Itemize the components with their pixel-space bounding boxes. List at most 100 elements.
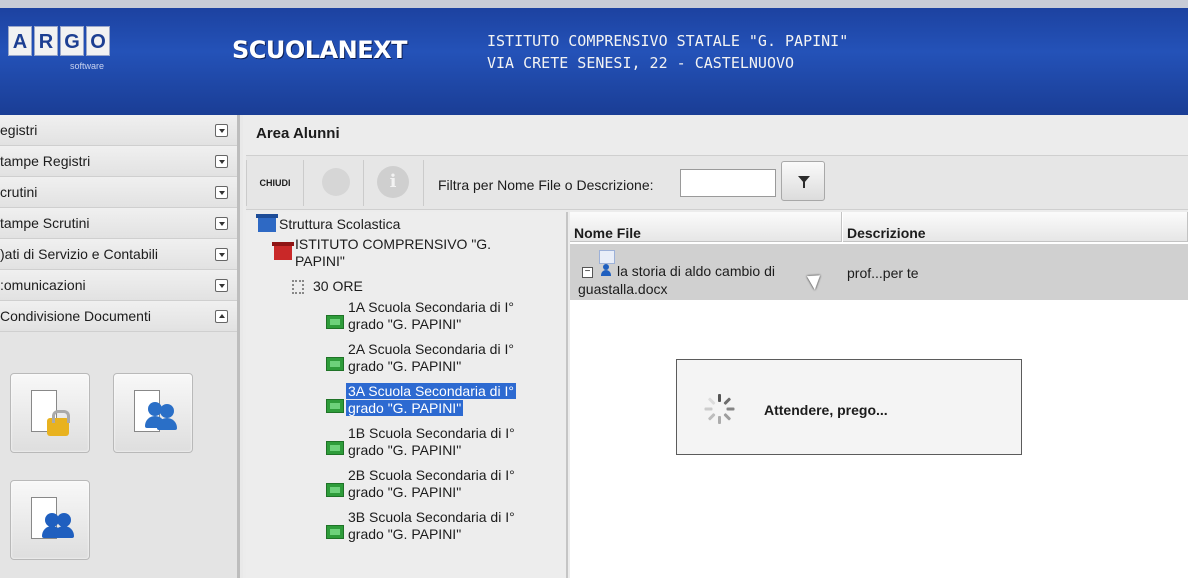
sidebar-item-label: :omunicazioni xyxy=(0,277,86,293)
class-label-line1: 2A Scuola Secondaria di I° xyxy=(348,341,514,357)
group-documents-button[interactable] xyxy=(10,480,90,560)
argo-logo: A R G O xyxy=(8,26,110,56)
loading-dialog: Attendere, prego... xyxy=(676,359,1022,455)
sidebar-item-label: tampe Scrutini xyxy=(0,215,90,231)
sidebar-item-dati-servizio[interactable]: )ati di Servizio e Contabili xyxy=(0,239,237,270)
logo-letter-g: G xyxy=(60,26,84,56)
class-icon xyxy=(326,525,344,539)
info-icon: i xyxy=(377,166,409,198)
sidebar-menu: egistri tampe Registri crutini tampe Scr… xyxy=(0,115,240,578)
expand-icon[interactable] xyxy=(215,123,228,137)
file-name-line1: la storia di aldo cambio di xyxy=(617,263,775,279)
institute-icon xyxy=(272,242,294,260)
class-icon xyxy=(326,357,344,371)
private-documents-button[interactable] xyxy=(10,373,90,453)
sidebar-item-label: )ati di Servizio e Contabili xyxy=(0,246,158,262)
sidebar-item-stampe-registri[interactable]: tampe Registri xyxy=(0,146,237,177)
close-button[interactable]: CHIUDI xyxy=(246,160,304,206)
class-label-line1: 2B Scuola Secondaria di I° xyxy=(348,467,515,483)
logo-letter-a: A xyxy=(8,26,32,56)
sidebar-item-label: egistri xyxy=(0,122,38,138)
class-label-line2: grado "G. PAPINI" xyxy=(348,484,462,500)
logo-letter-o: O xyxy=(86,26,110,56)
info-button[interactable]: i xyxy=(364,160,424,206)
logo-subtitle: software xyxy=(70,61,105,71)
tree-institute-line2: PAPINI" xyxy=(295,253,345,269)
class-label: 3B Scuola Secondaria di I° grado "G. PAPI… xyxy=(348,509,515,543)
sidebar-item-stampe-scrutini[interactable]: tampe Scrutini xyxy=(0,208,237,239)
header-top-strip xyxy=(0,0,1188,8)
document-icon xyxy=(599,250,615,264)
school-icon xyxy=(256,214,278,233)
tree-root-label: Struttura Scolastica xyxy=(279,216,401,232)
expand-icon[interactable] xyxy=(215,216,228,230)
table-row[interactable]: − la storia di aldo cambio di guastalla.… xyxy=(570,244,1188,300)
class-label: 2A Scuola Secondaria di I° grado "G. PAPI… xyxy=(348,341,514,375)
class-icon xyxy=(326,441,344,455)
class-label: 1B Scuola Secondaria di I° grado "G. PAPI… xyxy=(348,425,515,459)
class-label-line2: grado "G. PAPINI" xyxy=(348,316,462,332)
school-name: ISTITUTO COMPRENSIVO STATALE "G. PAPINI" xyxy=(487,32,849,50)
main-panel: Area Alunni CHIUDI i Filtra per Nome Fil… xyxy=(243,115,1188,578)
collapse-icon[interactable] xyxy=(215,309,228,323)
filter-label: Filtra per Nome File o Descrizione: xyxy=(438,177,654,193)
logo-letter-r: R xyxy=(34,26,58,56)
class-label: 3A Scuola Secondaria di I° grado "G. PAPI… xyxy=(346,383,516,417)
expand-icon[interactable] xyxy=(215,154,228,168)
tree-institute-line1: ISTITUTO COMPRENSIVO "G. xyxy=(295,236,492,252)
spinner-icon xyxy=(704,394,735,424)
group-icon xyxy=(42,509,75,539)
toolbar: CHIUDI i Filtra per Nome File o Descrizi… xyxy=(246,155,1188,210)
school-info: ISTITUTO COMPRENSIVO STATALE "G. PAPINI"… xyxy=(487,30,848,74)
collapse-icon[interactable]: − xyxy=(582,267,593,278)
class-label-line1: 1B Scuola Secondaria di I° xyxy=(348,425,515,441)
column-header-file-name[interactable]: Nome File xyxy=(570,212,842,242)
class-label-line2: grado "G. PAPINI" xyxy=(348,358,462,374)
expand-icon[interactable] xyxy=(215,185,228,199)
filter-input[interactable] xyxy=(680,169,776,197)
shared-documents-button[interactable] xyxy=(113,373,193,453)
class-label-line2: grado "G. PAPINI" xyxy=(346,400,464,416)
class-label: 2B Scuola Secondaria di I° grado "G. PAPI… xyxy=(348,467,515,501)
class-label: 1A Scuola Secondaria di I° grado "G. PAPI… xyxy=(348,299,514,333)
user-icon xyxy=(601,264,611,276)
disabled-icon xyxy=(322,168,350,196)
class-icon xyxy=(326,483,344,497)
school-address: VIA CRETE SENESI, 22 - CASTELNUOVO xyxy=(487,54,795,72)
file-description: prof...per te xyxy=(847,265,919,281)
tree-root[interactable]: Struttura Scolastica xyxy=(256,214,401,233)
class-label-line1: 1A Scuola Secondaria di I° xyxy=(348,299,514,315)
expand-icon[interactable] xyxy=(215,278,228,292)
school-structure-tree: Struttura Scolastica ISTITUTO COMPRENSIV… xyxy=(246,212,568,578)
class-icon xyxy=(326,315,344,329)
class-icon xyxy=(326,399,344,413)
sidebar-item-condivisione-documenti[interactable]: Condivisione Documenti xyxy=(0,301,237,332)
schedule-icon xyxy=(292,280,304,295)
funnel-icon xyxy=(798,176,810,188)
sidebar-item-comunicazioni[interactable]: :omunicazioni xyxy=(0,270,237,301)
tree-institute[interactable]: ISTITUTO COMPRENSIVO "G. PAPINI" xyxy=(272,236,492,270)
tree-hours[interactable]: 30 ORE xyxy=(292,278,363,295)
filter-button[interactable] xyxy=(781,161,825,201)
tree-hours-label: 30 ORE xyxy=(313,278,363,294)
app-name: SCUOLANEXT xyxy=(232,36,408,64)
class-label-line2: grado "G. PAPINI" xyxy=(348,526,462,542)
file-name-line2: guastalla.docx xyxy=(578,281,668,297)
loading-text: Attendere, prego... xyxy=(764,402,888,418)
expand-icon[interactable] xyxy=(215,247,228,261)
sidebar-item-registri[interactable]: egistri xyxy=(0,115,237,146)
sidebar-item-label: Condivisione Documenti xyxy=(0,308,151,324)
class-label-line1: 3B Scuola Secondaria di I° xyxy=(348,509,515,525)
sidebar-item-label: crutini xyxy=(0,184,38,200)
sidebar-item-scrutini[interactable]: crutini xyxy=(0,177,237,208)
files-table: Nome File Descrizione − la storia di ald… xyxy=(570,212,1188,578)
class-label-line2: grado "G. PAPINI" xyxy=(348,442,462,458)
users-icon xyxy=(145,402,178,432)
column-header-description[interactable]: Descrizione xyxy=(843,212,1188,242)
sidebar-item-label: tampe Registri xyxy=(0,153,91,169)
class-label-line1: 3A Scuola Secondaria di I° xyxy=(346,383,516,399)
mouse-cursor-icon xyxy=(806,270,826,290)
disabled-action-button xyxy=(304,160,364,206)
lock-icon xyxy=(47,410,70,436)
app-header: A R G O software SCUOLANEXT ISTITUTO COM… xyxy=(0,0,1188,115)
